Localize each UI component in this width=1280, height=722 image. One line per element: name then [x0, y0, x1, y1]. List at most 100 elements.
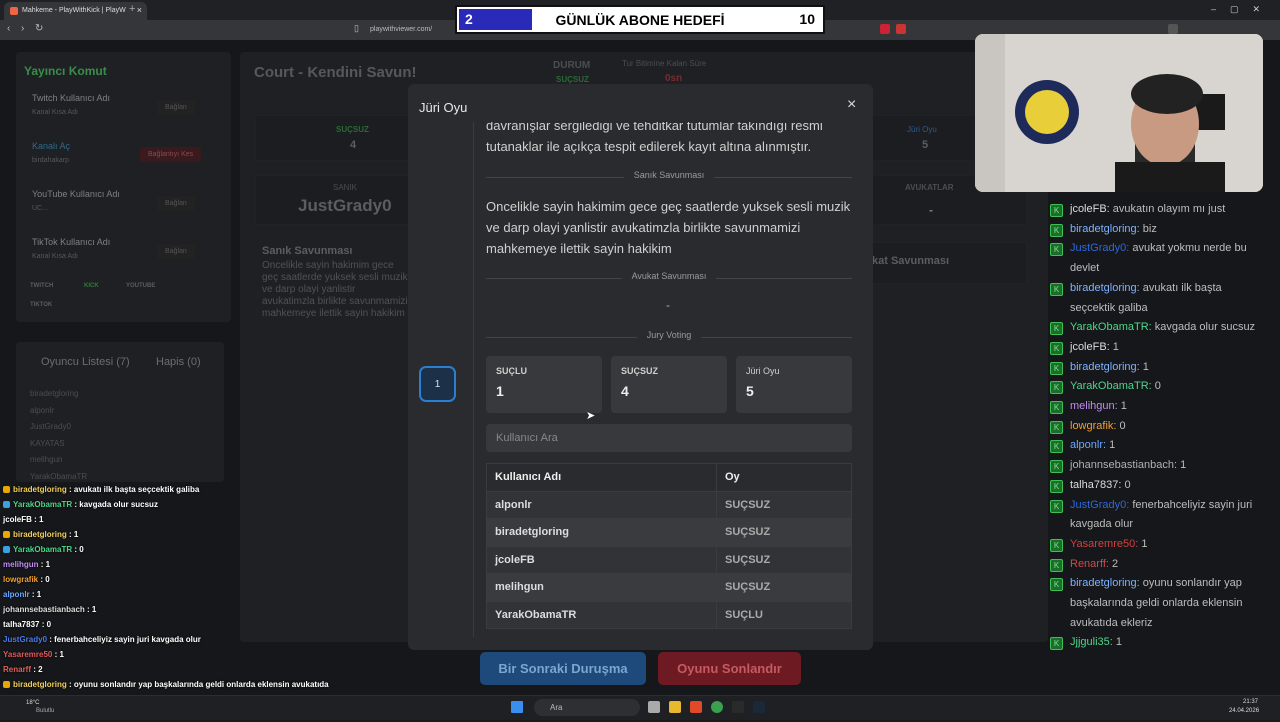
- chat-username[interactable]: YarakObamaTR:: [1070, 321, 1155, 333]
- chat-username[interactable]: Yasaremre50:: [1070, 538, 1141, 550]
- youtube-input[interactable]: UC...: [32, 205, 48, 212]
- kick-icon: K: [1050, 282, 1063, 296]
- not-guilty-label: SUÇSUZ: [621, 366, 659, 376]
- disconnect-button[interactable]: Bağlantıyı Kes: [140, 147, 202, 162]
- extension-icon[interactable]: [1168, 24, 1178, 34]
- youtube-connect-button[interactable]: Bağlan: [157, 196, 195, 211]
- chat-username[interactable]: JustGrady0:: [1070, 499, 1132, 511]
- forward-icon[interactable]: ›: [21, 23, 24, 34]
- chat-username: melihgun: [3, 560, 39, 569]
- twitch-input[interactable]: Kanal Kısa Adı: [32, 109, 78, 116]
- tiktok-connect-button[interactable]: Bağlan: [157, 244, 195, 259]
- chat-text: : avukatı ilk başta seçcektik galiba: [66, 485, 200, 494]
- chat-text: 1: [1141, 537, 1148, 550]
- chat-username[interactable]: alponlr:: [1070, 439, 1109, 451]
- chat-text: : 0: [39, 620, 52, 629]
- chat-badge-icon: [3, 681, 10, 689]
- chat-username[interactable]: Jjjguli35:: [1070, 636, 1116, 648]
- chat-text: 0: [1119, 419, 1126, 432]
- jury-box: Jüri Oyu 5: [736, 356, 852, 413]
- tab-close-icon[interactable]: ×: [137, 5, 142, 15]
- chat-username: YarakObamaTR: [13, 500, 73, 509]
- url-field[interactable]: playwithviewer.com/: [370, 23, 460, 37]
- tab-prison[interactable]: Hapis (0): [156, 356, 201, 368]
- tab-player-list[interactable]: Oyuncu Listesi (7): [41, 356, 130, 368]
- twitch-connect-button[interactable]: Bağlan: [157, 100, 195, 115]
- timer-label: Tur Bitimine Kalan Süre: [622, 59, 707, 68]
- platform-kick: KICK: [84, 283, 99, 289]
- chat-username[interactable]: jcoleFB:: [1070, 203, 1113, 215]
- chat-username[interactable]: melihgun:: [1070, 400, 1121, 412]
- chat-username: jcoleFB: [3, 515, 32, 524]
- chat-text: : kavgada olur sucsuz: [72, 500, 158, 509]
- kick-icon: K: [1050, 204, 1063, 217]
- left-chat: biradetgloring : avukatı ilk başta seçce…: [3, 482, 343, 722]
- reload-icon[interactable]: ↻: [35, 23, 43, 34]
- defense-text-modal: Oncelikle sayin hakimim gece geç saatler…: [486, 199, 851, 256]
- col-user: Kullanıcı Adı: [486, 463, 717, 492]
- chat-username[interactable]: johannsebastianbach:: [1070, 459, 1180, 471]
- chat-message: K Renarff: 2: [1050, 555, 1265, 575]
- windows-taskbar: [0, 695, 1280, 720]
- browser-tab[interactable]: Mahkeme - PlayWithKick | PlayW ×: [4, 2, 147, 20]
- tiktok-label: TikTok Kullanıcı Adı: [32, 237, 111, 247]
- next-hearing-button[interactable]: Bir Sonraki Duruşma: [480, 652, 646, 685]
- chat-badge-icon: [3, 501, 10, 509]
- chrome-icon[interactable]: [711, 701, 723, 713]
- new-tab-icon[interactable]: +: [129, 3, 135, 15]
- steam-icon[interactable]: [753, 701, 765, 713]
- kick-icon: K: [1050, 322, 1063, 336]
- overlay-chat-message: johannsebastianbach : 1: [3, 602, 343, 617]
- channel-input[interactable]: birdahakarp: [32, 157, 69, 164]
- overlay-chat-message: melihgun : 1: [3, 557, 343, 572]
- end-game-button[interactable]: Oyunu Sonlandır: [658, 652, 801, 685]
- page-pill[interactable]: 1: [419, 366, 456, 402]
- chat-username[interactable]: biradetgloring:: [1070, 282, 1143, 294]
- chat-username[interactable]: jcoleFB:: [1070, 341, 1113, 353]
- chat-username[interactable]: biradetgloring:: [1070, 577, 1143, 589]
- chat-username[interactable]: biradetgloring:: [1070, 361, 1143, 373]
- lawyers-label: AVUKATLAR: [905, 183, 954, 192]
- chat-username: biradetgloring: [13, 680, 67, 689]
- chat-username[interactable]: JustGrady0:: [1070, 242, 1132, 254]
- chat-message: Kbiradetgloring: oyunu sonlandır yap baş…: [1050, 574, 1265, 633]
- bg-not-guilty-value: 4: [350, 139, 357, 151]
- chat-text: : 2: [31, 665, 43, 674]
- brave-icon[interactable]: [690, 701, 702, 713]
- chat-username[interactable]: Renarff:: [1070, 558, 1112, 570]
- player-list: biradetgloring alponlr JustGrady0 KAYATA…: [30, 386, 87, 485]
- open-channel-label[interactable]: Kanalı Aç: [32, 141, 70, 151]
- start-icon[interactable]: [511, 701, 523, 713]
- tiktok-input[interactable]: Kanal Kısa Adı: [32, 253, 78, 260]
- user-search-input[interactable]: Kullanıcı Ara: [486, 424, 852, 452]
- chat-message: K JustGrady0: avukat yokmu nerde bu devle…: [1050, 239, 1265, 278]
- chat-message: Kmelihgun: 1: [1050, 397, 1265, 417]
- table-row: biradetgloring SUÇSUZ: [486, 518, 852, 547]
- taskbar-search[interactable]: Ara: [534, 699, 640, 716]
- brave-shield-icon[interactable]: [880, 24, 890, 34]
- back-icon[interactable]: ‹: [7, 23, 10, 34]
- window-controls[interactable]: –▢✕: [1211, 4, 1274, 15]
- chat-text: : 0: [38, 575, 50, 584]
- table-row: alponlr SUÇSUZ: [486, 490, 852, 519]
- chat-message: K JustGrady0: fenerbahceliyiz sayin juri …: [1050, 496, 1265, 535]
- list-item: JustGrady0: [30, 422, 71, 431]
- brave-rewards-icon[interactable]: [896, 24, 906, 34]
- chat-username: lowgrafik: [3, 575, 39, 584]
- file-explorer-icon[interactable]: [669, 701, 681, 713]
- bookmark-icon[interactable]: ▯: [354, 23, 359, 34]
- task-view-icon[interactable]: [648, 701, 660, 713]
- timer-value: 0sn: [665, 73, 683, 84]
- modal-body: davranışlar sergilediği ve tehditkar tut…: [473, 122, 865, 637]
- list-item: alponlr: [30, 405, 55, 415]
- chat-username: Renarff: [3, 665, 32, 674]
- chat-username[interactable]: biradetgloring:: [1070, 223, 1143, 235]
- chat-username[interactable]: lowgrafik:: [1070, 420, 1120, 432]
- app-icon[interactable]: [732, 701, 744, 713]
- overlay-chat-message: biradetgloring : 1: [3, 527, 343, 542]
- chat-username[interactable]: talha7837:: [1070, 479, 1124, 491]
- list-item: biradetgloring: [30, 389, 79, 398]
- close-icon[interactable]: ×: [847, 96, 856, 114]
- chat-username[interactable]: YarakObamaTR:: [1070, 380, 1155, 392]
- lawyer-divider: Avukat Savunması: [486, 271, 852, 285]
